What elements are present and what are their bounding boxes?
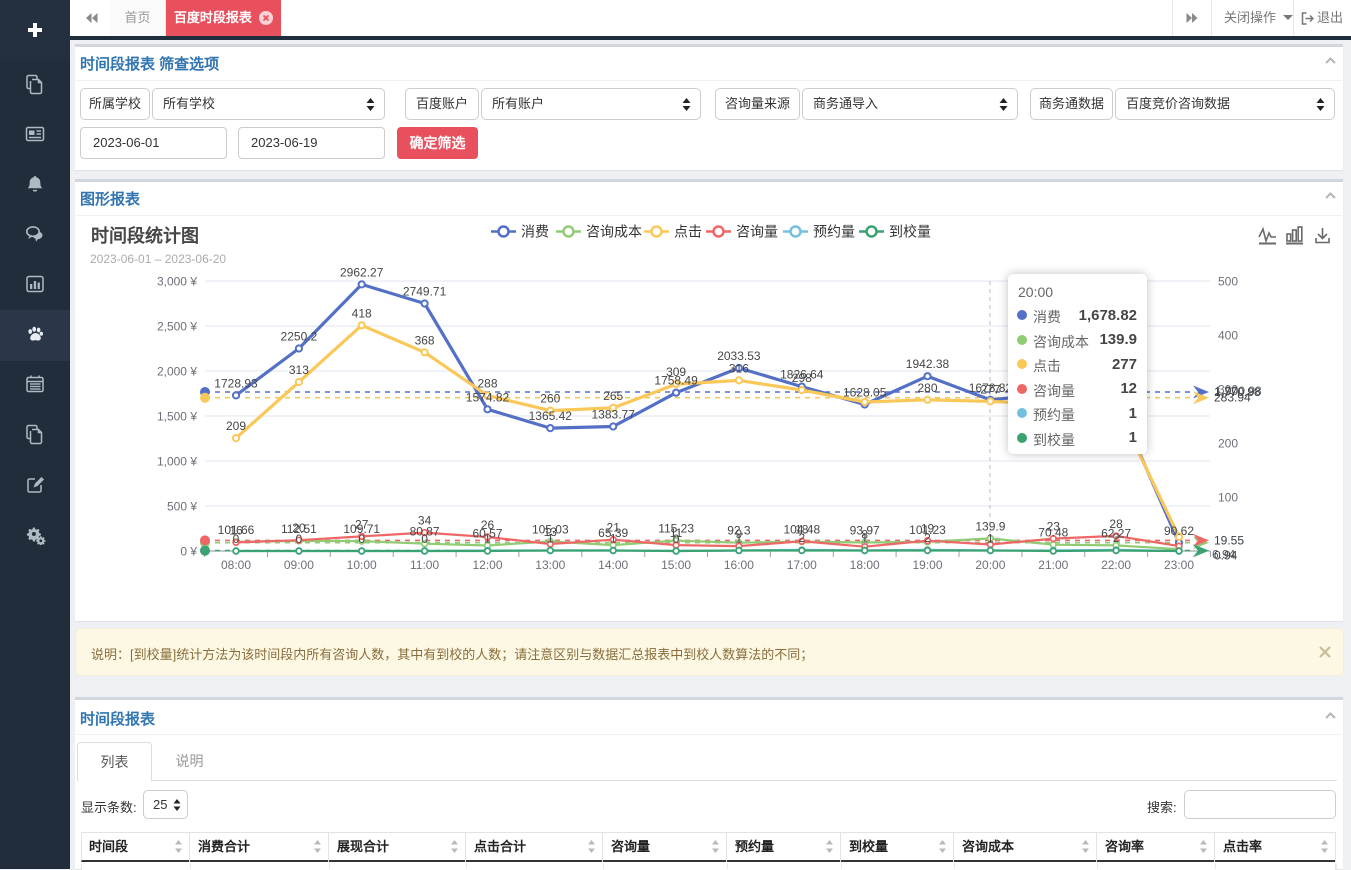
svg-text:1: 1 xyxy=(484,532,491,546)
svg-text:2962.27: 2962.27 xyxy=(340,265,384,279)
svg-text:09:00: 09:00 xyxy=(284,558,314,572)
svg-text:90.62: 90.62 xyxy=(1164,524,1194,538)
svg-text:2: 2 xyxy=(798,531,805,545)
svg-text:12:00: 12:00 xyxy=(472,558,502,572)
svg-text:27: 27 xyxy=(355,517,369,531)
svg-text:点击: 点击 xyxy=(674,224,702,240)
svg-text:6.94: 6.94 xyxy=(1212,548,1236,562)
svg-text:26: 26 xyxy=(481,518,495,532)
svg-text:15:00: 15:00 xyxy=(661,558,691,572)
svg-text:时间段统计图: 时间段统计图 xyxy=(91,225,199,246)
svg-text:200: 200 xyxy=(1218,437,1238,451)
svg-text:1628.05: 1628.05 xyxy=(843,386,887,400)
svg-text:23:00: 23:00 xyxy=(1164,558,1194,572)
svg-text:34: 34 xyxy=(418,514,432,528)
svg-text:23: 23 xyxy=(1047,520,1061,534)
svg-text:19.55: 19.55 xyxy=(1214,533,1244,547)
svg-text:313: 313 xyxy=(289,363,309,377)
svg-text:3,000 ¥: 3,000 ¥ xyxy=(157,275,197,289)
svg-text:16:00: 16:00 xyxy=(724,558,754,572)
svg-text:08:00: 08:00 xyxy=(221,558,251,572)
svg-text:298: 298 xyxy=(792,371,812,385)
svg-text:418: 418 xyxy=(352,306,372,320)
svg-text:316: 316 xyxy=(729,361,749,375)
svg-text:13:00: 13:00 xyxy=(535,558,565,572)
svg-text:0: 0 xyxy=(233,532,240,546)
svg-text:265: 265 xyxy=(603,389,623,403)
svg-text:21:00: 21:00 xyxy=(1038,558,1068,572)
svg-text:20:00: 20:00 xyxy=(975,558,1005,572)
svg-text:1,000 ¥: 1,000 ¥ xyxy=(157,455,197,469)
svg-text:2023-06-01 – 2023-06-20: 2023-06-01 – 2023-06-20 xyxy=(90,252,226,266)
svg-text:2: 2 xyxy=(924,531,931,545)
svg-text:1: 1 xyxy=(610,532,617,546)
svg-text:1: 1 xyxy=(861,532,868,546)
svg-text:2,500 ¥: 2,500 ¥ xyxy=(157,320,197,334)
svg-text:1: 1 xyxy=(736,532,743,546)
svg-text:消费: 消费 xyxy=(521,224,549,240)
svg-text:咨询成本: 咨询成本 xyxy=(586,224,642,240)
svg-text:0: 0 xyxy=(358,532,365,546)
svg-text:11:00: 11:00 xyxy=(410,558,439,572)
svg-text:100: 100 xyxy=(1218,491,1238,505)
svg-text:1,500 ¥: 1,500 ¥ xyxy=(157,410,197,424)
svg-text:1365.42: 1365.42 xyxy=(529,409,573,423)
svg-text:2250.2: 2250.2 xyxy=(281,330,318,344)
svg-text:1: 1 xyxy=(547,532,554,546)
svg-text:500 ¥: 500 ¥ xyxy=(167,500,197,514)
svg-text:368: 368 xyxy=(415,333,435,347)
svg-text:2: 2 xyxy=(1113,531,1120,545)
svg-text:1383.77: 1383.77 xyxy=(592,408,636,422)
svg-text:260: 260 xyxy=(540,392,560,406)
svg-text:1728.93: 1728.93 xyxy=(214,376,258,390)
svg-text:288: 288 xyxy=(477,377,497,391)
svg-text:500: 500 xyxy=(1218,275,1238,289)
svg-text:0: 0 xyxy=(421,532,428,546)
svg-text:309: 309 xyxy=(666,365,686,379)
svg-text:277: 277 xyxy=(980,382,1000,396)
svg-text:280: 280 xyxy=(917,381,937,395)
svg-text:1942.38: 1942.38 xyxy=(906,357,950,371)
svg-text:10:00: 10:00 xyxy=(347,558,377,572)
svg-text:0 ¥: 0 ¥ xyxy=(180,545,197,559)
svg-text:1,900.98: 1,900.98 xyxy=(1215,384,1262,398)
svg-text:预约量: 预约量 xyxy=(813,224,855,240)
svg-text:1574.82: 1574.82 xyxy=(466,390,510,404)
svg-text:17:00: 17:00 xyxy=(787,558,817,572)
svg-text:1: 1 xyxy=(987,532,994,546)
svg-text:22:00: 22:00 xyxy=(1101,558,1131,572)
svg-text:到校量: 到校量 xyxy=(889,224,931,240)
svg-text:0: 0 xyxy=(296,532,303,546)
svg-text:209: 209 xyxy=(226,419,246,433)
svg-text:2,000 ¥: 2,000 ¥ xyxy=(157,365,197,379)
svg-text:19:00: 19:00 xyxy=(912,558,942,572)
svg-text:400: 400 xyxy=(1218,329,1238,343)
svg-text:0: 0 xyxy=(673,532,680,546)
svg-text:2749.71: 2749.71 xyxy=(403,285,447,299)
svg-text:咨询量: 咨询量 xyxy=(736,224,778,240)
svg-text:14:00: 14:00 xyxy=(598,558,628,572)
svg-text:28: 28 xyxy=(1109,517,1123,531)
svg-text:18:00: 18:00 xyxy=(850,558,880,572)
